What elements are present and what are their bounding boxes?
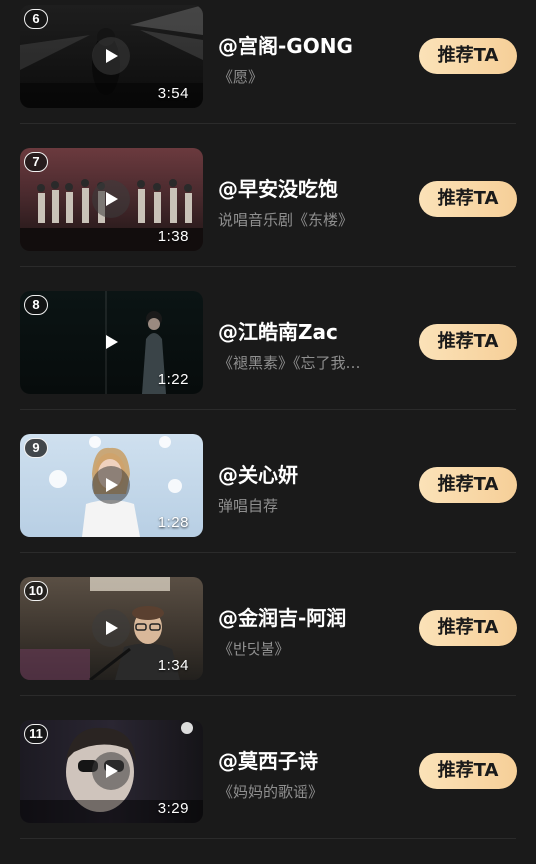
artist-name[interactable]: @江皓南Zac (218, 316, 338, 345)
play-button[interactable] (92, 323, 130, 361)
rank-badge: 7 (24, 152, 48, 172)
play-icon (106, 764, 118, 778)
play-button[interactable] (92, 180, 130, 218)
play-icon (106, 478, 118, 492)
song-description: 《반딧불》 (218, 640, 290, 658)
recommend-button[interactable]: 推荐TA (419, 753, 517, 789)
divider (20, 838, 516, 839)
song-description: 《妈妈的歌谣》 (218, 783, 324, 801)
list-item[interactable]: 11 3:29 @莫西子诗 《妈妈的歌谣》 推荐TA (0, 696, 536, 839)
artist-name[interactable]: @早安没吃饱 (218, 173, 338, 202)
list-item[interactable]: 8 1:22 @江皓南Zac 《褪黑素》《忘了我… 推荐TA (0, 267, 536, 410)
artist-name[interactable]: @关心妍 (218, 459, 298, 488)
list-item[interactable]: 7 1:38 @早安没吃饱 说唱音乐剧《东楼》 推荐TA (0, 124, 536, 267)
video-duration: 3:29 (157, 800, 189, 817)
song-description: 《愿》 (218, 68, 264, 86)
video-duration: 1:28 (157, 514, 189, 531)
video-thumbnail[interactable]: 10 1:34 (20, 577, 203, 680)
list-item[interactable]: 6 3:54 @宫阁-GONG 《愿》 推荐TA (0, 0, 536, 124)
artist-name[interactable]: @莫西子诗 (218, 745, 318, 774)
play-icon (106, 192, 118, 206)
rank-badge: 10 (24, 581, 48, 601)
play-button[interactable] (92, 37, 130, 75)
video-thumbnail[interactable]: 9 1:28 (20, 434, 203, 537)
song-description: 《褪黑素》《忘了我… (218, 354, 361, 372)
play-icon (106, 335, 118, 349)
play-icon (106, 49, 118, 63)
song-description: 弹唱自荐 (218, 497, 279, 515)
video-duration: 1:38 (157, 228, 189, 245)
video-thumbnail[interactable]: 7 1:38 (20, 148, 203, 251)
list-item[interactable]: 9 1:28 @关心妍 弹唱自荐 推荐TA (0, 410, 536, 553)
list-item[interactable]: 10 1:34 @金润吉-阿润 《반딧불》 推荐TA (0, 553, 536, 696)
recommend-button[interactable]: 推荐TA (419, 38, 517, 74)
artist-name[interactable]: @宫阁-GONG (218, 30, 353, 59)
video-thumbnail[interactable]: 11 3:29 (20, 720, 203, 823)
play-button[interactable] (92, 466, 130, 504)
recommend-button[interactable]: 推荐TA (419, 467, 517, 503)
artist-name[interactable]: @金润吉-阿润 (218, 602, 346, 631)
rank-badge: 6 (24, 9, 48, 29)
rank-badge: 9 (24, 438, 48, 458)
rank-badge: 11 (24, 724, 48, 744)
recommend-button[interactable]: 推荐TA (419, 324, 517, 360)
video-duration: 3:54 (157, 85, 189, 102)
play-button[interactable] (92, 609, 130, 647)
rank-badge: 8 (24, 295, 48, 315)
video-duration: 1:34 (157, 657, 189, 674)
ranking-list: 6 3:54 @宫阁-GONG 《愿》 推荐TA 7 1:38 @早安没吃饱 说… (0, 0, 536, 839)
video-thumbnail[interactable]: 8 1:22 (20, 291, 203, 394)
video-thumbnail[interactable]: 6 3:54 (20, 5, 203, 108)
play-icon (106, 621, 118, 635)
song-description: 说唱音乐剧《东楼》 (218, 211, 354, 229)
play-button[interactable] (92, 752, 130, 790)
recommend-button[interactable]: 推荐TA (419, 610, 517, 646)
video-duration: 1:22 (157, 371, 189, 388)
recommend-button[interactable]: 推荐TA (419, 181, 517, 217)
